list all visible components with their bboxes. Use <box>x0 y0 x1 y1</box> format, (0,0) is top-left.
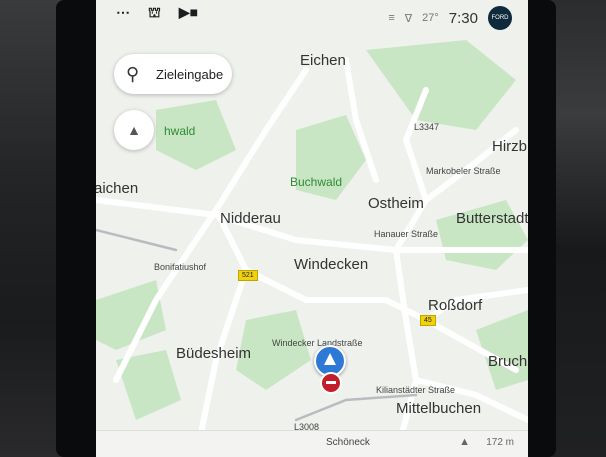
town-label: Mittelbuchen <box>396 400 482 417</box>
search-label: Zieleingabe <box>156 66 224 82</box>
temperature: 27° <box>422 12 439 24</box>
destination-marker-icon[interactable] <box>320 372 342 394</box>
mountain-icon: ▲ <box>459 436 470 448</box>
mute-icon: ∇ <box>404 12 413 25</box>
road-label: L3347 <box>414 122 440 132</box>
street-label: Bonifatiushof <box>154 262 207 272</box>
town-label: Roßdorf <box>428 297 483 314</box>
compass-arrow-icon: ▲ <box>127 122 141 138</box>
road-number-badge: 45 <box>420 315 436 326</box>
profile-avatar[interactable]: FORD <box>488 6 512 30</box>
street-label: Hanauer Straße <box>374 229 439 239</box>
status-right: ≡ ∇ 27° 7:30 FORD <box>388 6 512 30</box>
forest-label: Buchwald <box>290 175 343 189</box>
compass-button[interactable]: ▲ <box>114 110 154 150</box>
town-label: Bruch <box>488 353 528 370</box>
bottom-info-bar: Schöneck ▲ 172 m <box>96 430 528 457</box>
town-label: Eichen <box>300 52 346 69</box>
town-label: Butterstadt <box>456 210 528 227</box>
media-icon[interactable]: ▶■ <box>179 4 198 23</box>
signal-icon: ≡ <box>388 12 395 24</box>
forest-label: hwald <box>164 124 196 138</box>
clock: 7:30 <box>448 9 478 27</box>
town-label: Büdesheim <box>176 345 252 362</box>
town-label: Windecken <box>294 256 369 273</box>
distance-readout: 172 m <box>486 437 514 448</box>
grid-dots-icon[interactable]: ⋯ <box>116 4 130 23</box>
status-left-icons: ⋯ ⛫ ▶■ <box>116 4 198 23</box>
town-label: Nidderau <box>220 210 281 227</box>
infotainment-screen: ⋯ ⛫ ▶■ ≡ ∇ 27° 7:30 FORD ⚲ Zieleingabe ▲… <box>96 0 528 457</box>
current-street: Schöneck <box>326 437 370 448</box>
car-icon[interactable]: ⛫ <box>148 4 161 23</box>
street-label: Kilianstädter Straße <box>376 385 456 395</box>
road-number-badge: 521 <box>238 270 258 281</box>
street-label: Windecker Landstraße <box>272 338 363 348</box>
town-label: aichen <box>96 180 139 197</box>
status-bar: ⋯ ⛫ ▶■ ≡ ∇ 27° 7:30 FORD <box>96 0 528 30</box>
search-icon: ⚲ <box>126 63 140 84</box>
street-label: Markobeler Straße <box>426 166 501 176</box>
town-label: Hirzb <box>492 138 528 155</box>
search-button[interactable]: ⚲ Zieleingabe <box>114 54 232 94</box>
town-label: Ostheim <box>368 195 424 212</box>
